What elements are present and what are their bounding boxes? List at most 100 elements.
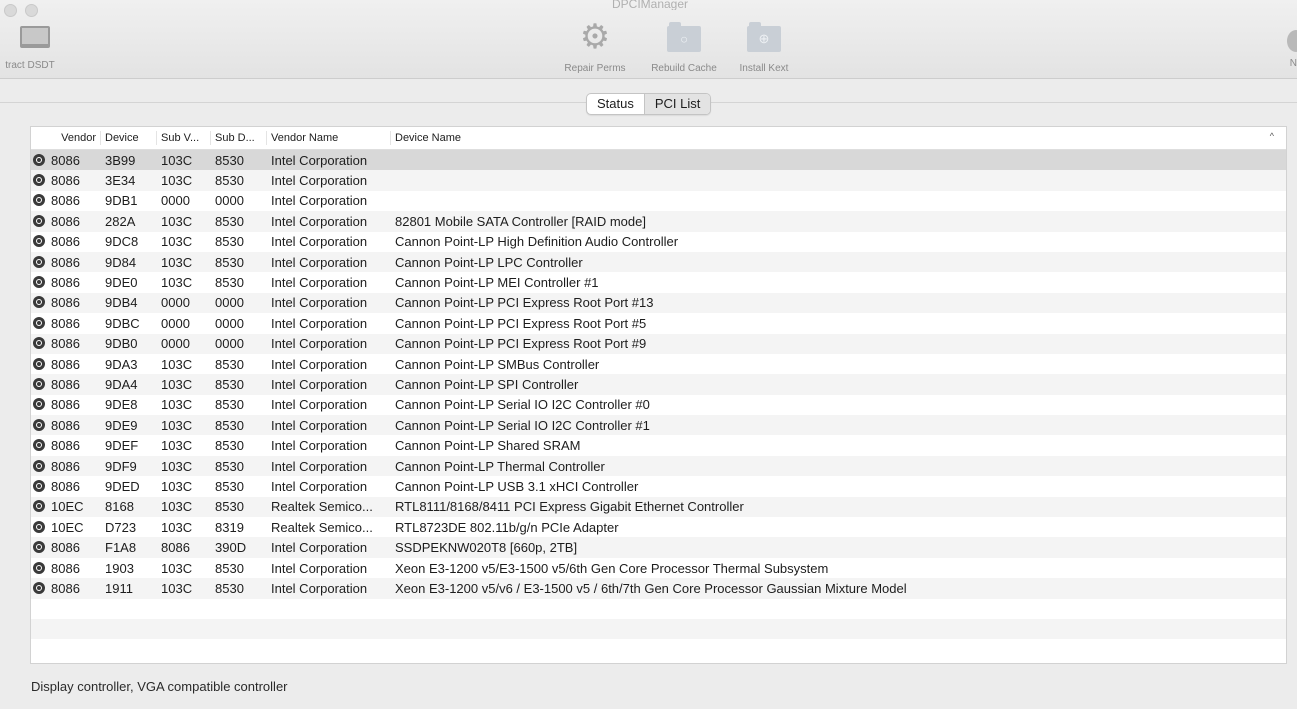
row-vendor: 8086 — [51, 336, 80, 352]
table-row[interactable]: 8086 9D84 103C 8530 Intel Corporation Cannon … — [31, 251, 1286, 273]
row-device: 9DB0 — [105, 336, 138, 352]
row-icon-cell — [31, 479, 49, 494]
row-vendor: 8086 — [51, 234, 80, 250]
table-row[interactable]: 8086 3E34 103C 8530 Intel Corporation — [31, 170, 1286, 191]
table-row[interactable]: 8086 9DA4 103C 8530 Intel Corporation Cannon … — [31, 374, 1286, 395]
row-sub-device: 8530 — [215, 376, 244, 392]
table-row[interactable]: 8086 9DEF 103C 8530 Intel Corporation Cannon … — [31, 435, 1286, 455]
table-row[interactable]: 8086 282A 103C 8530 Intel Corporation 82801 M… — [31, 211, 1286, 232]
install-kext-label: Install Kext — [739, 63, 789, 74]
tab-status[interactable]: Status — [587, 94, 644, 114]
row-sub-vendor: 103C — [161, 580, 193, 596]
row-sub-device: 8530 — [215, 458, 244, 474]
row-device-name: Cannon Point-LP PCI Express Root Port #9 — [395, 336, 647, 352]
row-device-name: Cannon Point-LP Thermal Controller — [395, 458, 605, 474]
device-info-icon — [33, 439, 45, 452]
extract-dsdt-label: tract DSDT — [5, 60, 55, 71]
row-vendor: 8086 — [51, 458, 80, 474]
row-device-name: Cannon Point-LP SPI Controller — [395, 376, 579, 392]
row-device: 9DE0 — [105, 275, 138, 291]
row-icon-cell — [31, 499, 49, 514]
repair-perms-button[interactable]: ⚙ Repair Perms — [555, 20, 635, 74]
row-device-name: Cannon Point-LP PCI Express Root Port #1… — [395, 295, 654, 311]
row-sub-vendor: 103C — [161, 519, 193, 535]
row-device: 8168 — [105, 499, 134, 515]
table-row[interactable]: 8086 9DED 103C 8530 Intel Corporation Cannon … — [31, 476, 1286, 496]
table-row[interactable]: 8086 9DB1 0000 0000 Intel Corporation — [31, 191, 1286, 211]
row-sub-vendor: 8086 — [161, 540, 190, 556]
rebuild-cache-label: Rebuild Cache — [651, 63, 717, 74]
row-sub-device: 0000 — [215, 336, 244, 352]
table-row[interactable]: 8086 9DE8 103C 8530 Intel Corporation Cannon … — [31, 395, 1286, 415]
row-icon-cell — [31, 153, 49, 168]
row-device-name: SSDPEKNW020T8 [660p, 2TB] — [395, 540, 578, 556]
device-info-icon — [33, 520, 45, 533]
header-device[interactable]: Device — [101, 131, 157, 145]
row-vendor: 8086 — [51, 560, 80, 576]
row-sub-device: 8530 — [215, 234, 244, 250]
row-icon-cell — [31, 561, 49, 576]
device-info-icon — [33, 296, 45, 309]
kext-folder-icon: ⊕ — [747, 22, 781, 52]
table-row[interactable]: 8086 9DF9 103C 8530 Intel Corporation Cannon … — [31, 455, 1286, 477]
header-device-name[interactable]: Device Name — [391, 131, 1286, 145]
row-sub-device: 8530 — [215, 560, 244, 576]
table-row[interactable]: 8086 F1A8 8086 390D Intel Corporation SSDPEKN… — [31, 537, 1286, 558]
row-sub-vendor: 103C — [161, 458, 193, 474]
row-icon-cell — [31, 255, 49, 270]
table-row[interactable]: 10EC D723 103C 8319 Realtek Semico... RTL8723… — [31, 517, 1286, 537]
pci-device-table[interactable]: Vendor Device Sub V... Sub D... Vendor N… — [30, 126, 1287, 664]
header-sub-device[interactable]: Sub D... — [211, 131, 267, 145]
table-row[interactable]: 8086 1911 103C 8530 Intel Corporation Xeon E3… — [31, 578, 1286, 599]
partial-toolbar-icon[interactable] — [1287, 30, 1297, 52]
row-device: 1903 — [105, 560, 134, 576]
row-device: 9DBC — [105, 315, 140, 331]
table-row[interactable]: 8086 9DB4 0000 0000 Intel Corporation Cannon … — [31, 292, 1286, 314]
row-device: 9DED — [105, 478, 140, 494]
row-vendor-name: Intel Corporation — [271, 438, 368, 454]
device-info-icon — [33, 214, 45, 227]
header-vendor-name[interactable]: Vendor Name — [267, 131, 391, 145]
extract-dsdt-button[interactable]: tract DSDT — [0, 26, 60, 71]
rebuild-cache-button[interactable]: ○ Rebuild Cache — [640, 20, 728, 74]
row-device: 1911 — [105, 580, 133, 596]
table-row[interactable]: 8086 9DA3 103C 8530 Intel Corporation Cannon … — [31, 354, 1286, 374]
table-row[interactable]: 8086 9DE9 103C 8530 Intel Corporation Cannon … — [31, 415, 1286, 436]
row-icon-cell — [31, 336, 49, 351]
row-vendor: 8086 — [51, 193, 80, 209]
header-vendor[interactable]: Vendor — [49, 131, 101, 145]
table-row[interactable]: 8086 3B99 103C 8530 Intel Corporation — [31, 150, 1286, 171]
table-row[interactable]: 8086 9DB0 0000 0000 Intel Corporation Cannon … — [31, 333, 1286, 354]
install-kext-button[interactable]: ⊕ Install Kext — [728, 20, 800, 74]
empty-row — [31, 618, 1286, 640]
table-row[interactable]: 8086 9DE0 103C 8530 Intel Corporation Cannon … — [31, 272, 1286, 292]
close-window-button[interactable] — [4, 4, 17, 17]
tab-pci-list[interactable]: PCI List — [643, 94, 711, 114]
table-row[interactable]: 8086 9DBC 0000 0000 Intel Corporation Cannon … — [31, 313, 1286, 333]
header-sub-vendor[interactable]: Sub V... — [157, 131, 211, 145]
row-vendor-name: Intel Corporation — [271, 254, 368, 270]
row-device: 3B99 — [105, 152, 136, 168]
row-sub-vendor: 103C — [161, 499, 193, 515]
row-vendor-name: Intel Corporation — [271, 458, 368, 474]
row-icon-cell — [31, 173, 49, 188]
row-icon-cell — [31, 193, 49, 208]
row-sub-device: 8530 — [215, 213, 244, 229]
row-vendor: 10EC — [51, 499, 84, 515]
row-device: 9DF9 — [105, 458, 137, 474]
folder-icon: ○ — [667, 22, 701, 52]
table-row[interactable]: 10EC 8168 103C 8530 Realtek Semico... RTL8111… — [31, 496, 1286, 518]
minimize-window-button[interactable] — [25, 4, 38, 17]
table-row[interactable]: 8086 9DC8 103C 8530 Intel Corporation Cannon … — [31, 232, 1286, 252]
table-row[interactable]: 8086 1903 103C 8530 Intel Corporation Xeon E3… — [31, 558, 1286, 578]
row-sub-vendor: 0000 — [161, 336, 190, 352]
row-vendor-name: Intel Corporation — [271, 417, 368, 433]
row-icon-cell — [31, 397, 49, 412]
row-device: F1A8 — [105, 540, 137, 556]
row-vendor: 8086 — [51, 478, 80, 494]
row-device-name: Cannon Point-LP Serial IO I2C Controller… — [395, 417, 650, 433]
row-device: 9DC8 — [105, 234, 139, 250]
row-sub-vendor: 103C — [161, 173, 193, 189]
row-vendor-name: Intel Corporation — [271, 478, 368, 494]
row-device-name: Xeon E3-1200 v5/E3-1500 v5/6th Gen Core … — [395, 560, 829, 576]
